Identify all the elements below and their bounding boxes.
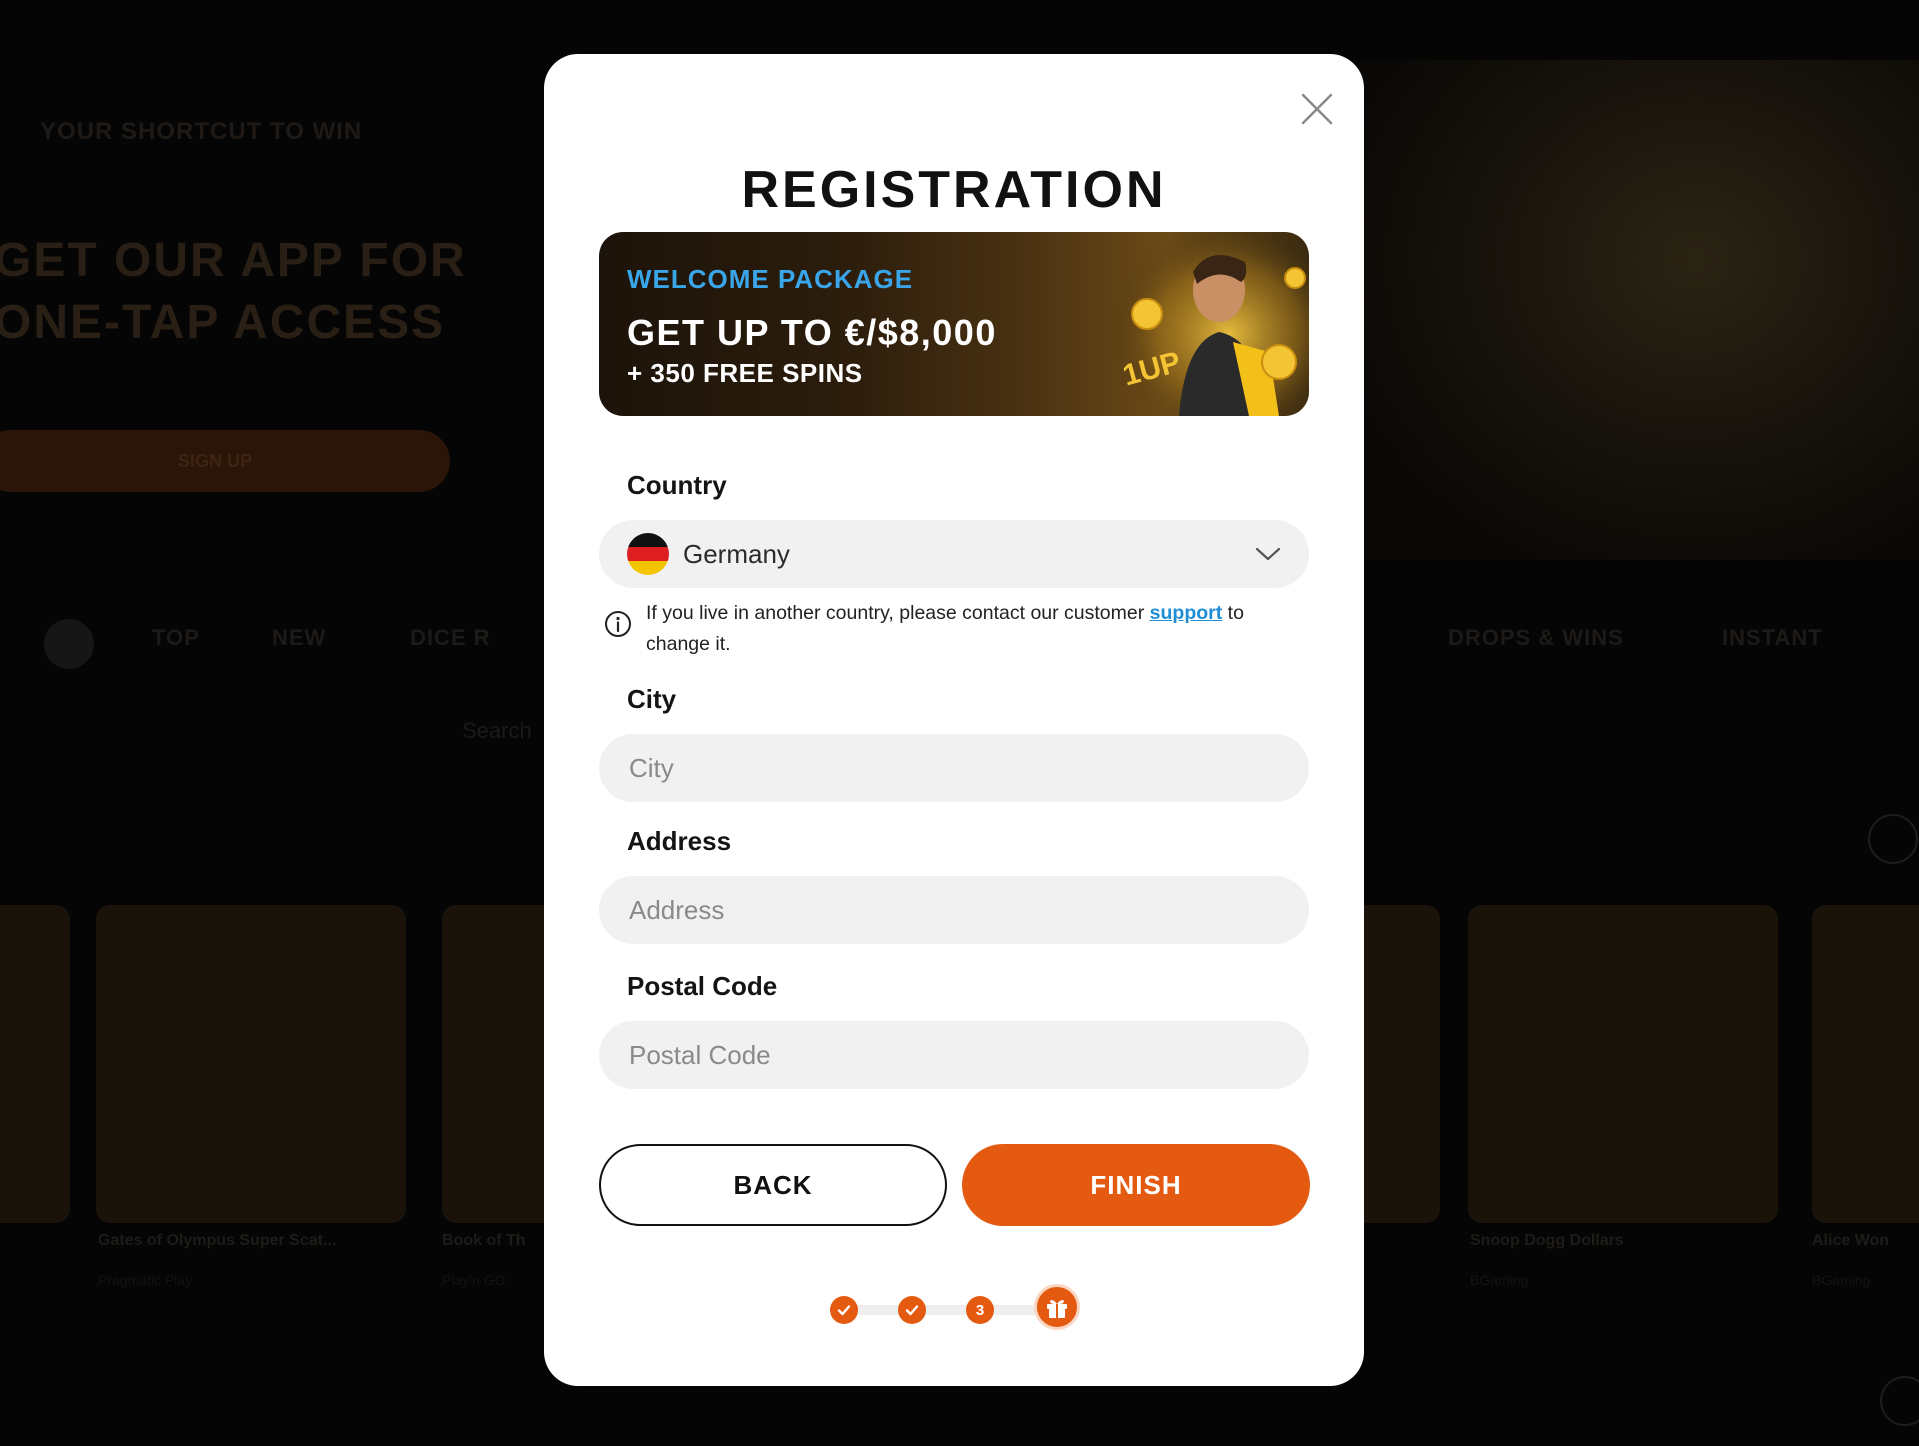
postal-code-field[interactable] bbox=[599, 1021, 1309, 1089]
close-icon[interactable] bbox=[1300, 92, 1334, 126]
background-nav-item: TOP bbox=[152, 625, 200, 650]
welcome-package-banner: WELCOME PACKAGE GET UP TO €/$8,000 + 350… bbox=[599, 232, 1309, 416]
background-chat-button bbox=[1880, 1376, 1919, 1426]
mascot-illustration-icon: 1UP bbox=[1109, 232, 1309, 416]
background-scroll-button bbox=[1868, 814, 1918, 864]
postal-code-input[interactable] bbox=[627, 1038, 1281, 1072]
background-hero-image bbox=[1360, 60, 1919, 560]
germany-flag-icon bbox=[627, 533, 669, 575]
background-card-caption: Book of Th bbox=[442, 1232, 526, 1249]
background-nav-item: DROPS & WINS bbox=[1448, 625, 1624, 650]
country-select[interactable]: Germany bbox=[599, 520, 1309, 588]
background-hero-title-line2: ONE-TAP ACCESS bbox=[0, 296, 446, 349]
background-card-sub: BGaming bbox=[1470, 1272, 1529, 1288]
back-button[interactable]: BACK bbox=[599, 1144, 947, 1226]
registration-modal: REGISTRATION WELCOME PACKAGE GET UP TO €… bbox=[544, 54, 1364, 1386]
address-label: Address bbox=[627, 826, 732, 856]
promo-subtitle: + 350 FREE SPINS bbox=[627, 358, 863, 388]
info-icon bbox=[605, 611, 631, 637]
background-nav-item: INSTANT bbox=[1722, 625, 1823, 650]
promo-title: GET UP TO €/$8,000 bbox=[627, 312, 997, 353]
gift-icon bbox=[1047, 1300, 1067, 1318]
country-label: Country bbox=[627, 470, 727, 500]
finish-button[interactable]: FINISH bbox=[962, 1144, 1310, 1226]
city-label: City bbox=[627, 684, 677, 714]
address-input[interactable] bbox=[627, 893, 1281, 927]
step-1-complete bbox=[830, 1296, 858, 1324]
background-card-sub: Pragmatic Play bbox=[98, 1272, 193, 1288]
background-card-sub: Play'n GO bbox=[442, 1272, 506, 1288]
step-indicator: 3 bbox=[544, 1284, 1364, 1334]
promo-kicker: WELCOME PACKAGE bbox=[627, 264, 914, 294]
step-3-number: 3 bbox=[975, 1301, 985, 1319]
info-text: If you live in another country, please c… bbox=[646, 598, 1296, 660]
background-card-caption: Alice Won bbox=[1812, 1232, 1890, 1249]
country-select-value: Germany bbox=[683, 538, 790, 569]
postal-code-label: Postal Code bbox=[627, 971, 778, 1001]
background-nav-item: DICE R bbox=[410, 625, 491, 650]
step-progress-track bbox=[844, 1305, 1044, 1315]
background-top-link: YOUR SHORTCUT TO WIN bbox=[40, 118, 363, 145]
background-card-caption: Snoop Dogg Dollars bbox=[1470, 1232, 1624, 1249]
background-game-card bbox=[1812, 905, 1919, 1223]
checkmark-icon bbox=[905, 1305, 919, 1316]
background-game-card bbox=[0, 905, 70, 1223]
chevron-down-icon bbox=[1255, 547, 1281, 561]
background-game-card bbox=[96, 905, 406, 1223]
background-hero-title: GET OUR APP FOR ONE-TAP ACCESS bbox=[0, 230, 467, 354]
background-game-card bbox=[1468, 905, 1778, 1223]
background-card-caption: Gates of Olympus Super Scat... bbox=[98, 1232, 337, 1249]
city-input[interactable] bbox=[627, 751, 1281, 785]
background-hero-button: SIGN UP bbox=[0, 430, 450, 492]
background-search: Search bbox=[462, 718, 532, 743]
background-nav-icon bbox=[44, 619, 94, 669]
step-2-complete bbox=[898, 1296, 926, 1324]
support-link[interactable]: support bbox=[1150, 602, 1223, 624]
background-nav-item: NEW bbox=[272, 625, 327, 650]
modal-title: REGISTRATION bbox=[741, 161, 1167, 219]
info-text-before: If you live in another country, please c… bbox=[646, 602, 1150, 624]
background-hero-title-line1: GET OUR APP FOR bbox=[0, 234, 467, 287]
step-3-current: 3 bbox=[966, 1296, 994, 1324]
city-field[interactable] bbox=[599, 734, 1309, 802]
step-4-reward bbox=[1034, 1284, 1080, 1330]
checkmark-icon bbox=[837, 1305, 851, 1316]
background-hero-button-label: SIGN UP bbox=[177, 451, 252, 471]
background-card-sub: BGaming bbox=[1812, 1272, 1871, 1288]
address-field[interactable] bbox=[599, 876, 1309, 944]
